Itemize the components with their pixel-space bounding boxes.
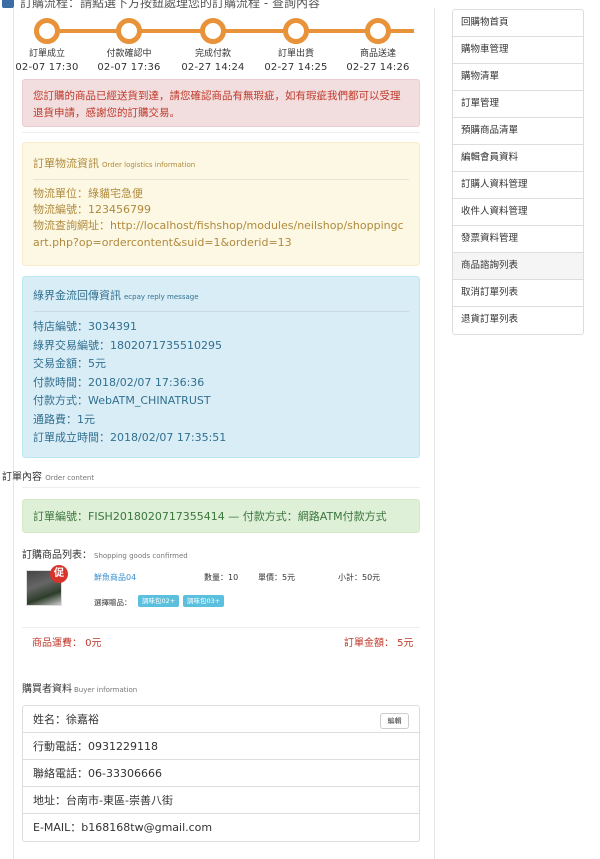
logistics-number: 物流編號：123456799 — [33, 203, 151, 217]
ecpay-row: 特店編號：3034391 — [33, 320, 137, 333]
progress-step: 付款確認中 02-07 17:36 — [87, 12, 171, 73]
logistics-title-en: Order logistics information — [102, 161, 196, 169]
promo-badge: 促 — [50, 565, 68, 583]
delivery-notice-alert: 您訂購的商品已經送貨到達，請您確認商品有無瑕疵，如有瑕疵我們都可以受理退貨申請，… — [22, 79, 420, 127]
ecpay-panel: 綠界金流回傳資訊 ecpay reply message 特店編號：3034391… — [22, 276, 420, 458]
sidebar-item-shopping-list[interactable]: 購物清單 — [453, 64, 583, 91]
logistics-panel-title: 訂單物流資訊 Order logistics information — [33, 153, 409, 180]
ecpay-title: 綠界金流回傳資訊 — [33, 289, 121, 302]
progress-step: 完成付款 02-27 14:24 — [171, 12, 255, 73]
progress-step-time: 02-07 17:30 — [15, 62, 79, 73]
ecpay-panel-title: 綠界金流回傳資訊 ecpay reply message — [33, 287, 409, 312]
progress-step-label: 完成付款 — [194, 49, 231, 59]
member-sidebar-menu: 回購物首頁 購物車管理 購物清單 訂單管理 預購商品清單 編輯會員資料 訂購人資… — [452, 9, 584, 335]
ecpay-row: 付款方式：WebATM_CHINATRUST — [33, 394, 211, 407]
ecpay-row: 訂單成立時間：2018/02/07 17:35:51 — [33, 431, 227, 444]
goods-title-en: Shopping goods confirmed — [94, 552, 188, 560]
gift-option-tag: 調味包02+ — [138, 595, 180, 607]
sidebar-item-product-inquiry[interactable]: 商品諮詢列表 — [453, 253, 583, 280]
sidebar-item-cart-management[interactable]: 購物車管理 — [453, 37, 583, 64]
sidebar-item-orderer-management[interactable]: 訂購人資料管理 — [453, 172, 583, 199]
logistics-title: 訂單物流資訊 — [33, 157, 99, 170]
shop-icon — [2, 0, 14, 8]
order-progress-tracker: 訂單成立 02-07 17:30 付款確認中 02-07 17:36 完成付款 … — [14, 12, 436, 78]
gift-option-tag: 調味包03+ — [183, 595, 225, 607]
logistics-tracking-url: 物流查詢網址：http://localhost/fishshop/modules… — [33, 219, 404, 249]
divider — [22, 132, 420, 133]
progress-step-icon — [34, 18, 60, 44]
order-content-title-en: Order content — [45, 474, 95, 482]
sidebar-item-preorder-list[interactable]: 預購商品清單 — [453, 118, 583, 145]
buyer-mobile: 行動電話：0931229118 — [23, 733, 419, 760]
edit-buyer-button[interactable]: 編輯 — [380, 713, 409, 729]
buyer-address: 地址：台南市-東區-崇善八街 — [23, 787, 419, 814]
progress-step-label: 付款確認中 — [106, 49, 152, 59]
buyer-title: 購買者資料 — [22, 684, 72, 695]
product-name-link[interactable]: 鮮魚商品04 — [94, 572, 136, 583]
goods-heading: 訂購商品列表： Shopping goods confirmed — [22, 546, 188, 561]
progress-step-time: 02-27 14:25 — [264, 62, 328, 73]
order-info-alert: 訂單編號：FISH2018020717355414 — 付款方式：網路ATM付款… — [22, 499, 420, 533]
progress-step-icon — [283, 18, 309, 44]
product-unit-price: 單價：5元 — [258, 573, 296, 582]
buyer-title-en: Buyer information — [74, 686, 138, 694]
product-quantity: 數量：10 — [204, 573, 239, 582]
buyer-name-row: 姓名：徐嘉裕 編輯 — [23, 706, 419, 733]
progress-step-time: 02-27 14:26 — [346, 62, 410, 73]
ecpay-title-en: ecpay reply message — [124, 293, 199, 301]
order-content-title: 訂單內容 — [2, 472, 42, 483]
buyer-info-list: 姓名：徐嘉裕 編輯 行動電話：0931229118 聯絡電話：06-333066… — [22, 705, 420, 842]
progress-step-label: 商品送達 — [359, 49, 396, 59]
progress-step: 商品送達 02-27 14:26 — [336, 12, 420, 73]
progress-step-icon — [200, 18, 226, 44]
order-detail-main: 訂單成立 02-07 17:30 付款確認中 02-07 17:36 完成付款 … — [2, 8, 436, 859]
logistics-panel: 訂單物流資訊 Order logistics information 物流單位：綠… — [22, 142, 420, 266]
order-total: 訂單金額： 5元 — [344, 638, 414, 649]
divider — [22, 627, 420, 628]
progress-step-icon — [116, 18, 142, 44]
progress-step-label: 訂單出貨 — [277, 49, 314, 59]
ecpay-row: 付款時間：2018/02/07 17:36:36 — [33, 375, 205, 389]
divider — [22, 487, 420, 488]
ecpay-row: 綠界交易編號：1802071735510295 — [33, 338, 222, 352]
sidebar-item-recipient-management[interactable]: 收件人資料管理 — [453, 199, 583, 226]
logistics-unit: 物流單位：綠貓宅急便 — [33, 187, 143, 200]
sidebar-item-order-management[interactable]: 訂單管理 — [453, 91, 583, 118]
progress-step: 訂單成立 02-07 17:30 — [5, 12, 89, 73]
order-content-heading: 訂單內容 Order content — [2, 468, 94, 483]
progress-step-time: 02-07 17:36 — [97, 62, 161, 73]
sidebar-item-shop-home[interactable]: 回購物首頁 — [453, 10, 583, 37]
shipping-fee: 商品運費： 0元 — [32, 638, 102, 649]
sidebar-item-returned-orders[interactable]: 退貨訂單列表 — [453, 307, 583, 334]
product-row: 促 鮮魚商品04 數量：10 單價：5元 小計：50元 選擇贈品： 調味包02+… — [26, 565, 421, 618]
sidebar-item-edit-member[interactable]: 編輯會員資料 — [453, 145, 583, 172]
product-subtotal: 小計：50元 — [338, 573, 381, 582]
progress-step-time: 02-27 14:24 — [181, 62, 245, 73]
gift-option-label: 選擇贈品： — [94, 598, 132, 607]
progress-step: 訂單出貨 02-27 14:25 — [254, 12, 338, 73]
ecpay-row: 通路費：1元 — [33, 412, 95, 426]
buyer-heading: 購買者資料 Buyer information — [22, 680, 137, 695]
buyer-email: E-MAIL：b168168tw@gmail.com — [33, 821, 213, 834]
buyer-name: 姓名：徐嘉裕 — [33, 713, 99, 726]
buyer-phone: 聯絡電話：06-33306666 — [23, 760, 419, 787]
sidebar-item-invoice-management[interactable]: 發票資料管理 — [453, 226, 583, 253]
progress-step-icon — [365, 18, 391, 44]
progress-step-label: 訂單成立 — [28, 49, 65, 59]
goods-title: 訂購商品列表： — [22, 550, 92, 561]
ecpay-row: 交易金額：5元 — [33, 357, 106, 370]
sidebar-item-cancelled-orders[interactable]: 取消訂單列表 — [453, 280, 583, 307]
